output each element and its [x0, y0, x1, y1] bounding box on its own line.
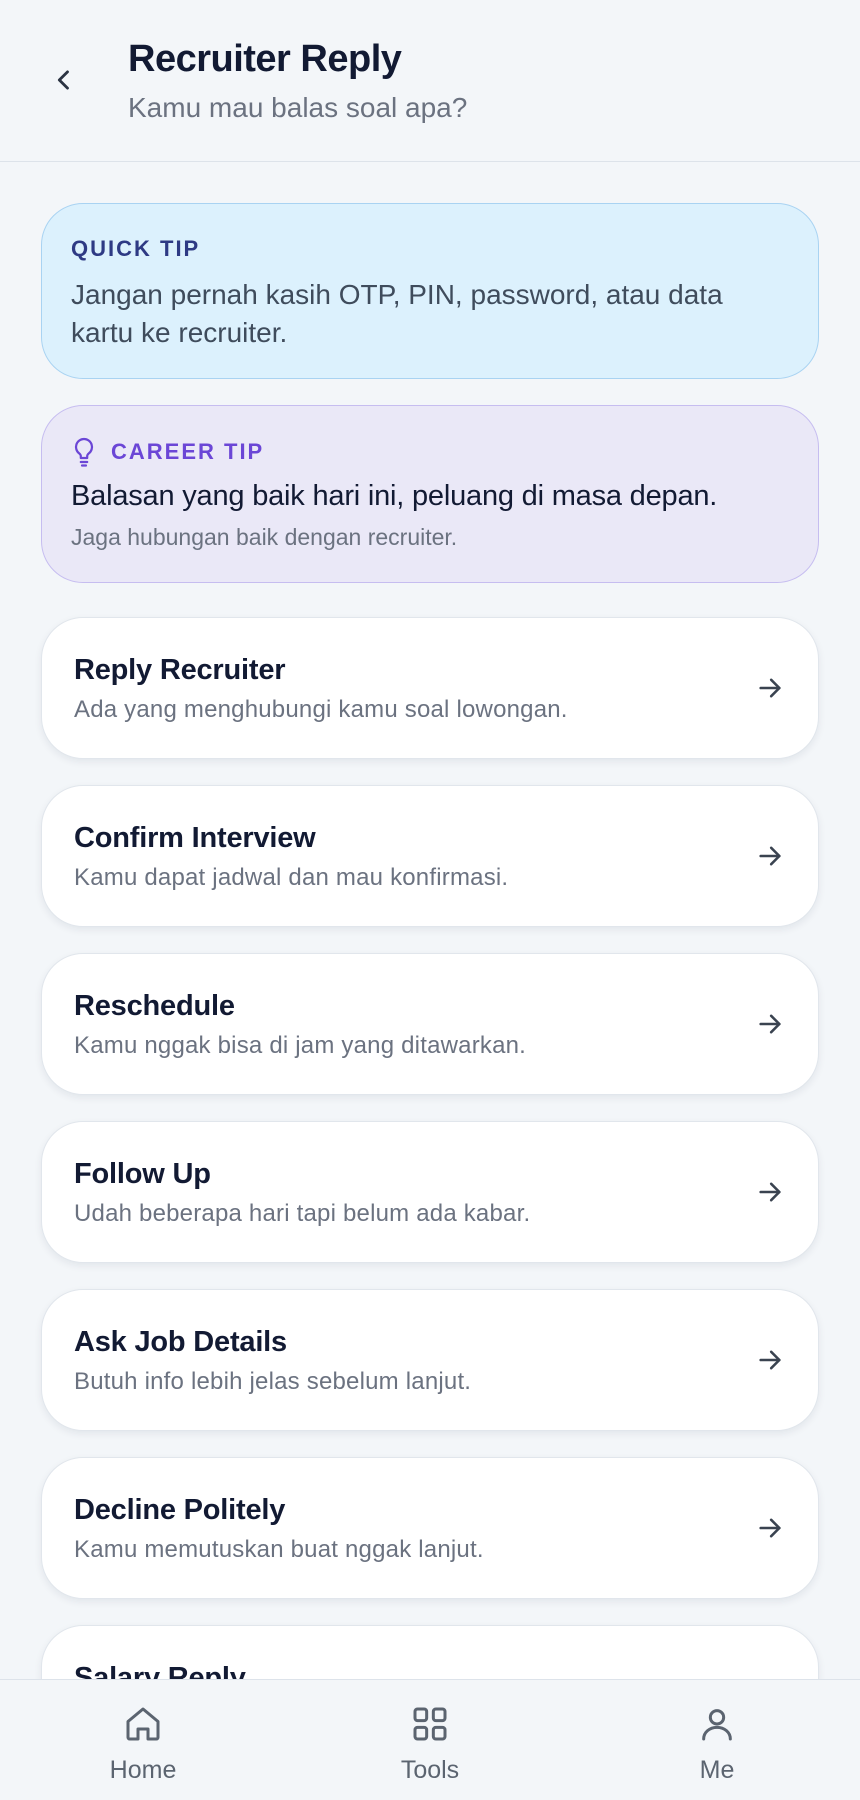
lightbulb-icon: [71, 436, 97, 468]
career-tip-card: CAREER TIP Balasan yang baik hari ini, p…: [41, 405, 819, 583]
nav-label: Home: [109, 1756, 177, 1784]
option-title: Ask Job Details: [74, 1326, 287, 1358]
arrow-right-icon: [752, 1006, 788, 1042]
option-decline-politely[interactable]: Decline Politely Kamu memutuskan buat ng…: [41, 1457, 819, 1599]
option-title: Confirm Interview: [74, 822, 316, 854]
option-description: Butuh info lebih jelas sebelum lanjut.: [74, 1368, 472, 1395]
arrow-right-icon: [752, 1174, 788, 1210]
option-reply-recruiter[interactable]: Reply Recruiter Ada yang menghubungi kam…: [41, 617, 819, 759]
career-tip-label: CAREER TIP: [111, 439, 265, 464]
header: Recruiter Reply Kamu mau balas soal apa?: [0, 0, 860, 162]
recruiter-reply-screen: Recruiter Reply Kamu mau balas soal apa?…: [0, 0, 860, 1800]
option-title: Follow Up: [74, 1158, 211, 1190]
grid-icon: [408, 1702, 452, 1746]
page-subtitle: Kamu mau balas soal apa?: [128, 92, 468, 123]
nav-label: Me: [699, 1756, 735, 1784]
arrow-right-icon: [752, 670, 788, 706]
option-confirm-interview[interactable]: Confirm Interview Kamu dapat jadwal dan …: [41, 785, 819, 927]
option-title: Reply Recruiter: [74, 654, 286, 686]
option-description: Kamu memutuskan buat nggak lanjut.: [74, 1536, 484, 1563]
nav-item-me[interactable]: Me: [637, 1702, 797, 1792]
nav-item-home[interactable]: Home: [63, 1702, 223, 1792]
page-title: Recruiter Reply: [128, 38, 402, 80]
back-button[interactable]: [40, 56, 88, 104]
option-title: Decline Politely: [74, 1494, 286, 1526]
career-tip-heading: Balasan yang baik hari ini, peluang di m…: [71, 480, 718, 512]
quick-tip-card: QUICK TIP Jangan pernah kasih OTP, PIN, …: [41, 203, 819, 379]
arrow-right-icon: [752, 838, 788, 874]
option-reschedule[interactable]: Reschedule Kamu nggak bisa di jam yang d…: [41, 953, 819, 1095]
quick-tip-label: QUICK TIP: [71, 236, 201, 261]
chevron-left-icon: [57, 70, 69, 90]
option-description: Udah beberapa hari tapi belum ada kabar.: [74, 1200, 531, 1227]
option-description: Ada yang menghubungi kamu soal lowongan.: [74, 696, 568, 723]
option-description: Kamu nggak bisa di jam yang ditawarkan.: [74, 1032, 527, 1059]
arrow-right-icon: [752, 1342, 788, 1378]
arrow-right-icon: [752, 1510, 788, 1546]
option-title: Reschedule: [74, 990, 235, 1022]
user-icon: [695, 1702, 739, 1746]
bottom-nav: Home Tools Me: [0, 1679, 860, 1800]
home-icon: [121, 1702, 165, 1746]
nav-item-tools[interactable]: Tools: [350, 1702, 510, 1792]
option-ask-job-details[interactable]: Ask Job Details Butuh info lebih jelas s…: [41, 1289, 819, 1431]
quick-tip-text: Jangan pernah kasih OTP, PIN, password, …: [71, 279, 723, 348]
career-tip-subtext: Jaga hubungan baik dengan recruiter.: [71, 524, 458, 550]
nav-label: Tools: [400, 1756, 460, 1784]
option-follow-up[interactable]: Follow Up Udah beberapa hari tapi belum …: [41, 1121, 819, 1263]
option-description: Kamu dapat jadwal dan mau konfirmasi.: [74, 864, 509, 891]
